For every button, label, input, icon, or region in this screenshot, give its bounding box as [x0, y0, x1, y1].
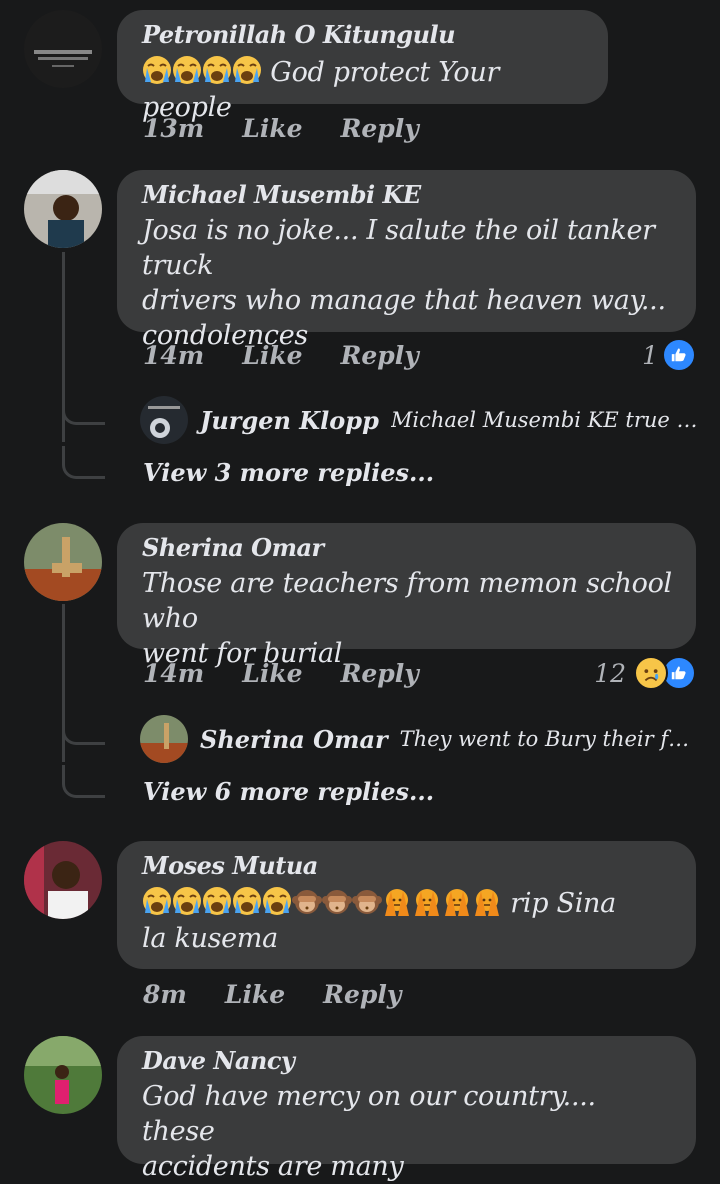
avatar[interactable] — [24, 170, 102, 248]
thread-branch — [62, 392, 105, 425]
comment-text-line: drivers who manage that heaven way... — [142, 285, 666, 316]
comment-actions: 8m Like Reply — [143, 980, 401, 1009]
comment-time[interactable]: 8m — [143, 980, 187, 1009]
view-more-replies-link[interactable]: View 6 more replies... — [143, 777, 434, 806]
thread-branch — [62, 712, 105, 745]
comment-author[interactable]: Petronillah O Kitungulu — [142, 20, 584, 49]
comment-actions: 14m Like Reply — [143, 341, 419, 370]
sad-reaction-icon — [634, 656, 668, 690]
comment-bubble[interactable]: Moses Mutua rip Sina la kusema — [117, 841, 696, 969]
reply-text: Michael Musembi KE true bro tha... — [390, 408, 700, 432]
comment-author[interactable]: Moses Mutua — [142, 851, 672, 880]
comment-author[interactable]: Dave Nancy — [142, 1046, 672, 1075]
comment-text-line: God have mercy on our country.... these — [142, 1081, 596, 1147]
reply-preview[interactable]: Jurgen Klopp Michael Musembi KE true bro… — [140, 396, 700, 444]
avatar-image — [24, 523, 102, 601]
reply-avatar[interactable] — [140, 396, 188, 444]
comment-actions: 13m Like Reply — [143, 114, 419, 143]
avatar-image — [140, 715, 188, 763]
view-more-replies-link[interactable]: View 3 more replies... — [143, 458, 434, 487]
comment-bubble[interactable]: Dave Nancy God have mercy on our country… — [117, 1036, 696, 1182]
avatar[interactable] — [24, 841, 102, 919]
like-button[interactable]: Like — [225, 980, 285, 1009]
comment-bubble[interactable]: Sherina Omar Those are teachers from mem… — [117, 523, 696, 669]
reply-avatar[interactable] — [140, 715, 188, 763]
thread-branch — [62, 446, 105, 479]
comment-time[interactable]: 14m — [143, 659, 204, 688]
emoji-sequence-icon — [142, 888, 502, 919]
reply-author[interactable]: Jurgen Klopp — [200, 406, 379, 435]
thread-branch — [62, 765, 105, 798]
like-button[interactable]: Like — [242, 341, 302, 370]
comment-time[interactable]: 14m — [143, 341, 204, 370]
reply-author[interactable]: Sherina Omar — [200, 725, 388, 754]
reply-button[interactable]: Reply — [323, 980, 401, 1009]
avatar-image — [24, 170, 102, 248]
comment-author[interactable]: Michael Musembi KE — [142, 180, 672, 209]
comment-bubble[interactable]: Petronillah O Kitungulu God protect Your… — [117, 10, 608, 123]
comment-text: rip Sina — [510, 888, 616, 919]
like-button[interactable]: Like — [242, 659, 302, 688]
comment-bubble[interactable]: Michael Musembi KE Josa is no joke... I … — [117, 170, 696, 351]
comment-text-line: accidents are many — [142, 1151, 404, 1182]
comment-time[interactable]: 13m — [143, 114, 204, 143]
comment-author[interactable]: Sherina Omar — [142, 533, 672, 562]
avatar-image — [24, 841, 102, 919]
reaction-summary[interactable]: 12 — [594, 656, 696, 690]
reaction-count: 1 — [642, 340, 658, 370]
like-button[interactable]: Like — [242, 114, 302, 143]
like-reaction-icon — [662, 338, 696, 372]
avatar[interactable] — [24, 1036, 102, 1114]
avatar-image — [24, 10, 102, 88]
reply-button[interactable]: Reply — [341, 659, 419, 688]
reaction-count: 12 — [594, 658, 626, 688]
reaction-summary[interactable]: 1 — [642, 338, 696, 372]
avatar[interactable] — [24, 10, 102, 88]
comment-text-line: Josa is no joke... I salute the oil tank… — [142, 215, 655, 281]
avatar-image — [140, 396, 188, 444]
avatar-image — [24, 1036, 102, 1114]
avatar[interactable] — [24, 523, 102, 601]
reply-text: They went to Bury their fellow t... — [399, 727, 700, 751]
comment-actions: 14m Like Reply — [143, 659, 419, 688]
crying-face-icon — [142, 57, 270, 88]
comment-text-line: Those are teachers from memon school who — [142, 568, 672, 634]
reply-preview[interactable]: Sherina Omar They went to Bury their fel… — [140, 715, 700, 763]
reply-button[interactable]: Reply — [341, 114, 419, 143]
comment-text-line: la kusema — [142, 923, 278, 954]
reply-button[interactable]: Reply — [341, 341, 419, 370]
